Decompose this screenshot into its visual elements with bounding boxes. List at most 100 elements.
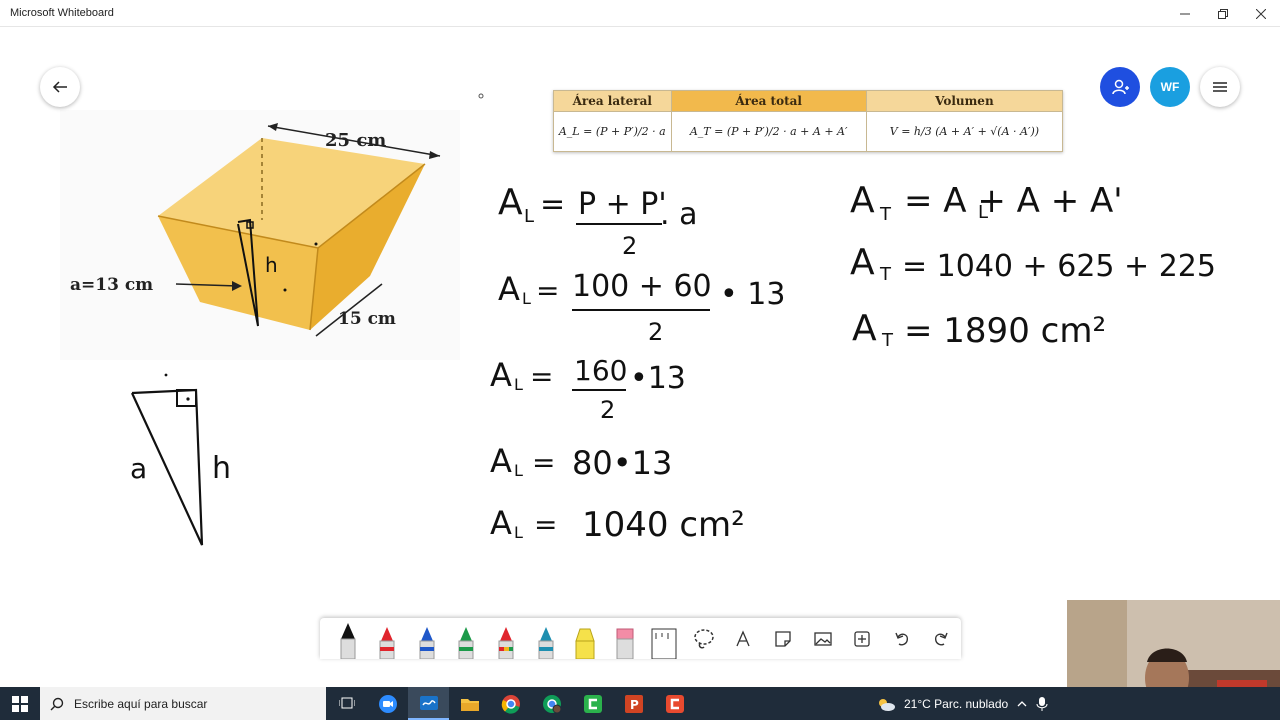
svg-text:A: A — [498, 182, 523, 223]
svg-text:L: L — [524, 206, 534, 227]
svg-text:A: A — [852, 308, 877, 349]
close-button[interactable] — [1242, 0, 1280, 27]
pen-galaxy[interactable] — [526, 618, 566, 659]
svg-text:T: T — [879, 204, 892, 225]
green-pen-icon — [458, 627, 474, 659]
lasso-select[interactable] — [684, 618, 724, 659]
highlighter[interactable] — [565, 618, 605, 659]
sketch-label-h: h — [212, 451, 231, 486]
svg-text:T: T — [881, 330, 894, 351]
pen-black[interactable] — [328, 618, 368, 659]
camtasia-icon — [583, 694, 602, 713]
text-icon — [736, 629, 751, 646]
ruler[interactable] — [645, 618, 685, 659]
folder-icon — [460, 698, 479, 711]
file-explorer-app[interactable] — [449, 687, 490, 720]
restore-icon — [1218, 8, 1228, 19]
text-tool[interactable] — [724, 618, 764, 659]
svg-text:P: P — [630, 698, 639, 712]
svg-text:=: = — [534, 508, 557, 541]
sticky-note-tool[interactable] — [763, 618, 803, 659]
search-icon — [50, 697, 64, 710]
svg-text:= A + A + A': = A + A + A' — [904, 181, 1123, 221]
powerpoint-icon: P — [624, 694, 643, 713]
svg-text:=: = — [536, 274, 559, 307]
svg-text:. a: . a — [660, 197, 697, 232]
sticky-note-icon — [775, 630, 791, 647]
pen-blue[interactable] — [407, 618, 447, 659]
zoom-app[interactable] — [367, 687, 408, 720]
image-tool[interactable] — [803, 618, 843, 659]
image-icon — [813, 631, 832, 646]
svg-text:P + P': P + P' — [578, 187, 667, 222]
pen-green[interactable] — [447, 618, 487, 659]
svg-text:A: A — [850, 242, 875, 283]
chevron-up-icon[interactable] — [1016, 698, 1028, 710]
black-pen-icon — [340, 623, 356, 659]
svg-text:= 1040 + 625 + 225: = 1040 + 625 + 225 — [902, 249, 1216, 284]
ink-toolbar — [320, 618, 961, 659]
minimize-button[interactable] — [1166, 0, 1204, 27]
svg-text:= 1890 cm²: = 1890 cm² — [904, 311, 1106, 351]
windows-icon — [12, 695, 28, 712]
total-work: A T = A + A + A' L A T = 1040 + 625 + 22… — [850, 180, 1216, 351]
whiteboard-app-taskbar[interactable] — [408, 687, 449, 720]
svg-text:=: = — [532, 446, 555, 479]
svg-text:•13: •13 — [630, 361, 686, 396]
powerpoint-app[interactable]: P — [613, 687, 654, 720]
svg-text:2: 2 — [622, 232, 637, 260]
camtasia-recorder-app[interactable] — [654, 687, 695, 720]
taskbar: Escribe aquí para buscar P 21°C Parc. nu… — [0, 687, 1280, 720]
system-tray: 21°C Parc. nublado — [876, 687, 1048, 720]
chrome-icon — [501, 694, 520, 714]
svg-text:2: 2 — [600, 396, 615, 424]
undo-icon — [895, 632, 908, 645]
partly-cloudy-icon — [879, 698, 895, 711]
svg-text:160: 160 — [574, 354, 627, 387]
window-title: Microsoft Whiteboard — [10, 7, 114, 19]
svg-text:A: A — [498, 270, 520, 308]
zoom-icon — [378, 694, 397, 713]
pen-rainbow[interactable] — [486, 618, 526, 659]
eraser[interactable] — [605, 618, 645, 659]
search-placeholder: Escribe aquí para buscar — [74, 696, 208, 711]
lateral-work: A L = P + P' 2 . a A L = 100 + 60 2 • 13… — [490, 182, 785, 545]
svg-text:1040 cm²: 1040 cm² — [582, 505, 745, 545]
svg-text:L: L — [522, 289, 531, 308]
chrome-app[interactable] — [490, 687, 531, 720]
svg-text:=: = — [540, 187, 565, 222]
rainbow-pen-icon — [498, 627, 514, 659]
camtasia-app[interactable] — [572, 687, 613, 720]
svg-text:A: A — [850, 180, 875, 221]
title-bar: Microsoft Whiteboard — [0, 0, 1280, 27]
restore-button[interactable] — [1204, 0, 1242, 27]
redo-button[interactable] — [921, 618, 961, 659]
svg-text:80•13: 80•13 — [572, 444, 672, 482]
svg-text:=: = — [530, 360, 553, 393]
svg-text:T: T — [879, 264, 892, 285]
svg-text:2: 2 — [648, 318, 663, 346]
whiteboard-app: Microsoft Whiteboard 25 cm 15 cm a=13 cm… — [0, 0, 1280, 720]
undo-button[interactable] — [882, 618, 922, 659]
red-pen-icon — [379, 627, 395, 659]
chrome-profile-icon — [542, 694, 561, 713]
weather-text[interactable]: 21°C Parc. nublado — [904, 697, 1008, 711]
svg-text:• 13: • 13 — [720, 277, 785, 312]
pen-red[interactable] — [368, 618, 408, 659]
chrome-profile-app[interactable] — [531, 687, 572, 720]
task-view-button[interactable] — [326, 687, 367, 720]
taskbar-search[interactable]: Escribe aquí para buscar — [40, 687, 326, 720]
insert-tool[interactable] — [842, 618, 882, 659]
svg-text:L: L — [514, 523, 523, 542]
start-button[interactable] — [0, 687, 40, 720]
whiteboard-canvas[interactable]: 25 cm 15 cm a=13 cm h WF Área lateral A_… — [0, 28, 1280, 687]
blue-pen-icon — [419, 627, 435, 659]
microphone-icon[interactable] — [1036, 696, 1048, 712]
minimize-icon — [1180, 13, 1190, 14]
whiteboard-icon — [419, 695, 438, 710]
highlighter-icon — [575, 628, 595, 659]
galaxy-pen-icon — [538, 627, 554, 659]
close-icon — [1256, 8, 1266, 19]
ruler-icon — [651, 628, 677, 659]
sketch-label-a: a — [130, 452, 147, 485]
